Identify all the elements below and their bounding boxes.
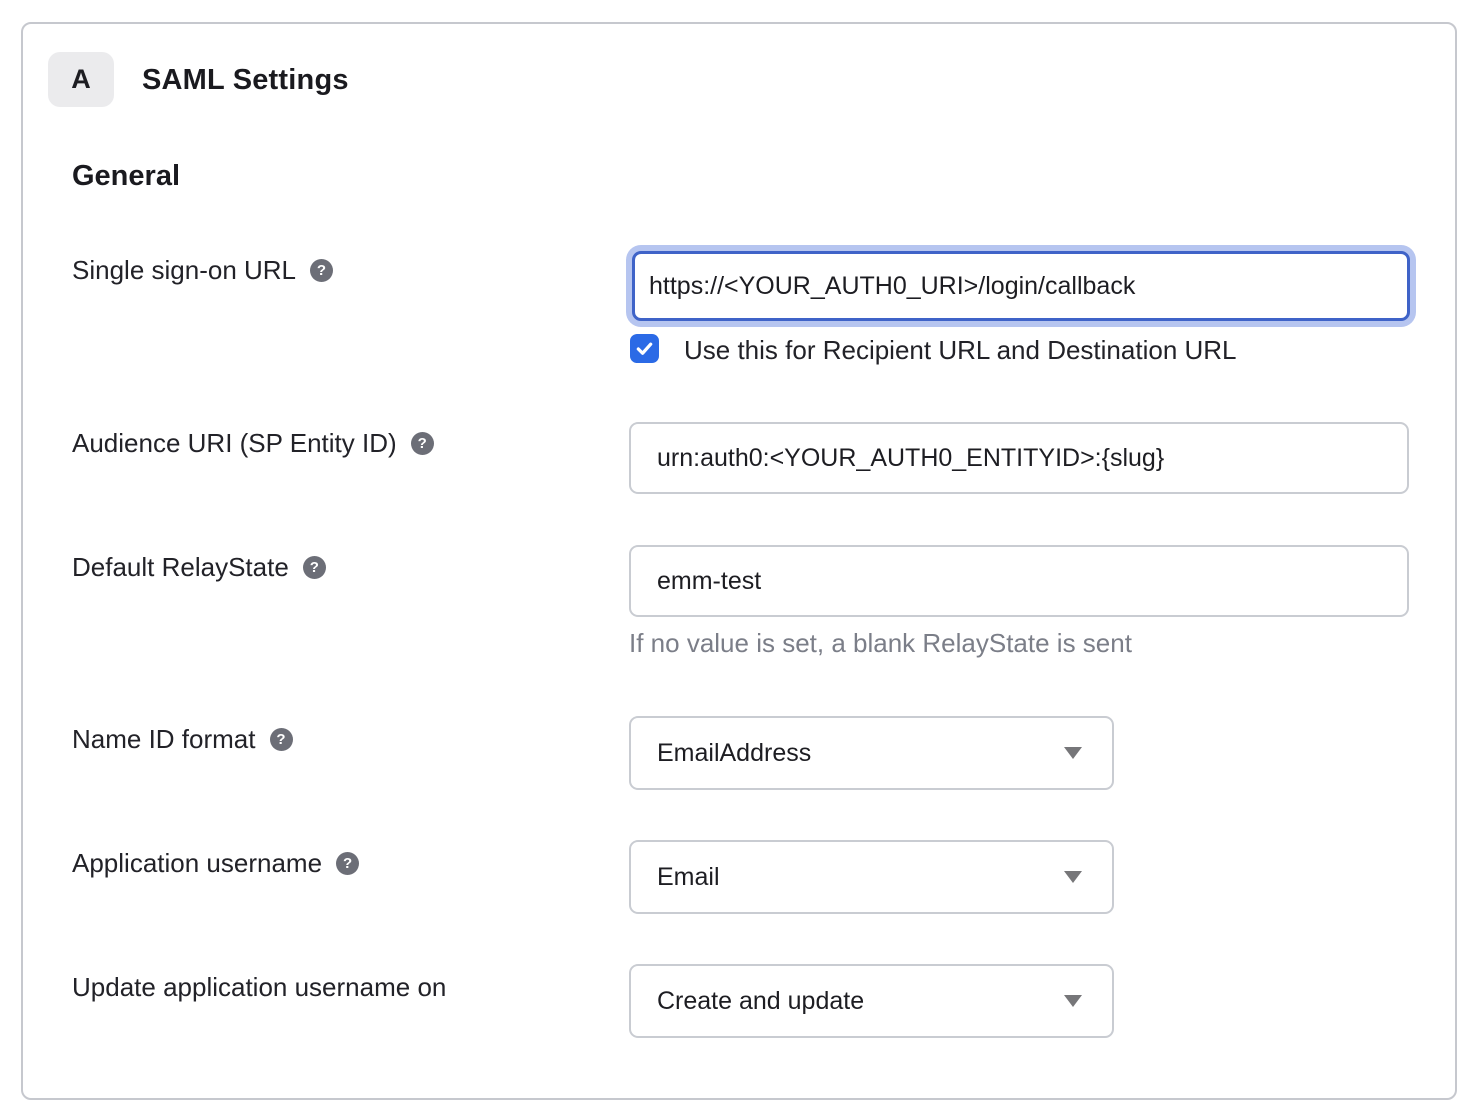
page: A SAML Settings General Single sign-on U… xyxy=(0,0,1462,1102)
step-badge: A xyxy=(48,52,114,107)
app-username-label-text: Application username xyxy=(72,848,322,879)
help-icon[interactable]: ? xyxy=(310,259,333,282)
chevron-down-icon xyxy=(1064,747,1082,759)
section-title-general: General xyxy=(72,160,180,193)
update-username-on-value: Create and update xyxy=(657,987,1064,1016)
sso-url-label: Single sign-on URL ? xyxy=(72,255,333,286)
checkmark-icon xyxy=(635,339,654,358)
recipient-url-checkbox[interactable] xyxy=(630,334,659,363)
sso-url-label-text: Single sign-on URL xyxy=(72,255,296,286)
app-username-value: Email xyxy=(657,863,1064,892)
name-id-format-label-text: Name ID format xyxy=(72,724,256,755)
audience-uri-input[interactable] xyxy=(629,422,1409,494)
name-id-format-label: Name ID format ? xyxy=(72,724,293,755)
update-username-on-dropdown[interactable]: Create and update xyxy=(629,964,1114,1038)
update-username-on-label-text: Update application username on xyxy=(72,972,446,1003)
step-badge-letter: A xyxy=(71,64,91,95)
name-id-format-dropdown[interactable]: EmailAddress xyxy=(629,716,1114,790)
app-username-dropdown[interactable]: Email xyxy=(629,840,1114,914)
relaystate-label: Default RelayState ? xyxy=(72,552,326,583)
relaystate-input[interactable] xyxy=(629,545,1409,617)
recipient-url-checkbox-label[interactable]: Use this for Recipient URL and Destinati… xyxy=(684,335,1237,366)
audience-uri-label: Audience URI (SP Entity ID) ? xyxy=(72,428,434,459)
relaystate-helper-text: If no value is set, a blank RelayState i… xyxy=(629,628,1132,659)
audience-uri-label-text: Audience URI (SP Entity ID) xyxy=(72,428,397,459)
chevron-down-icon xyxy=(1064,995,1082,1007)
help-icon[interactable]: ? xyxy=(270,728,293,751)
update-username-on-label: Update application username on xyxy=(72,972,446,1003)
chevron-down-icon xyxy=(1064,871,1082,883)
relaystate-label-text: Default RelayState xyxy=(72,552,289,583)
panel-title: SAML Settings xyxy=(142,64,349,97)
help-icon[interactable]: ? xyxy=(303,556,326,579)
help-icon[interactable]: ? xyxy=(411,432,434,455)
help-icon[interactable]: ? xyxy=(336,852,359,875)
app-username-label: Application username ? xyxy=(72,848,359,879)
sso-url-input[interactable] xyxy=(632,251,1410,321)
name-id-format-value: EmailAddress xyxy=(657,739,1064,768)
saml-settings-card: A SAML Settings General Single sign-on U… xyxy=(21,22,1457,1100)
